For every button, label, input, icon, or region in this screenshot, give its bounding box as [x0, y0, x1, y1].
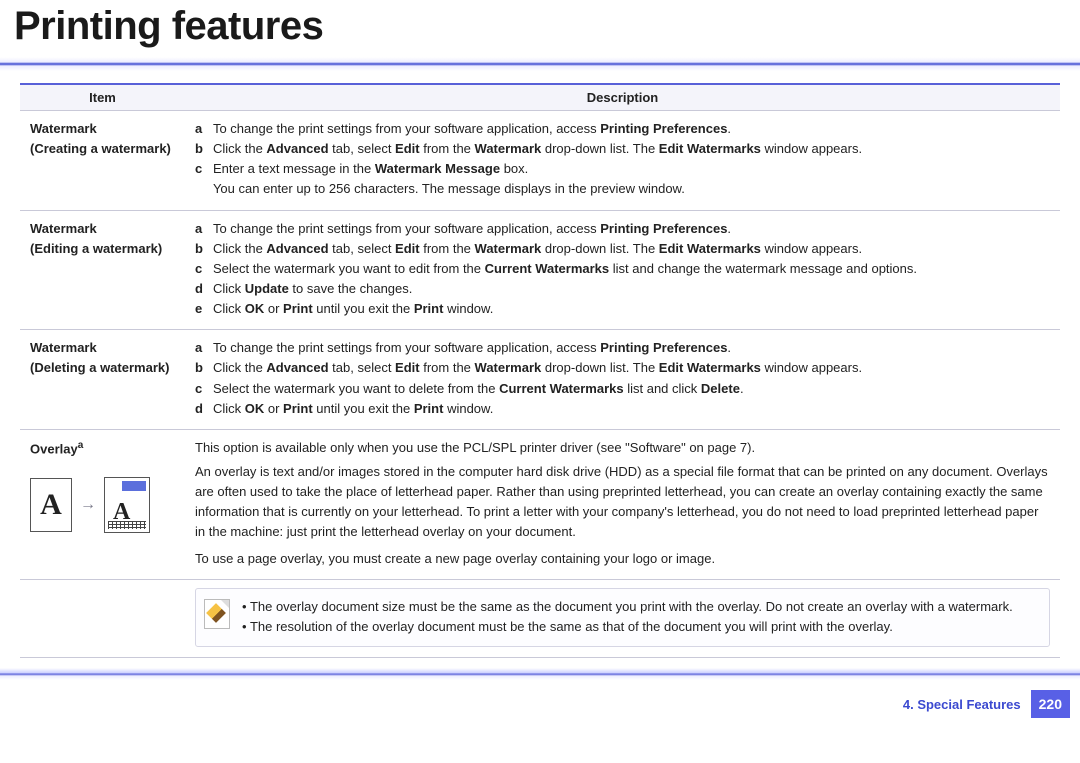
step-text: Click the Advanced tab, select Edit from…	[213, 139, 862, 159]
step-text: To change the print settings from your s…	[213, 219, 917, 239]
document-a-icon: A	[30, 478, 72, 532]
step-letter: b	[195, 239, 213, 259]
item-sublabel: (Editing a watermark)	[30, 241, 162, 256]
note-bullet: The overlay document size must be the sa…	[242, 597, 1013, 618]
step-text: Click the Advanced tab, select Edit from…	[213, 239, 917, 259]
step-text: Select the watermark you want to edit fr…	[213, 259, 917, 279]
item-cell-create: Watermark (Creating a watermark)	[20, 111, 185, 211]
overlay-para3: To use a page overlay, you must create a…	[195, 549, 1050, 569]
step-text: Enter a text message in the Watermark Me…	[213, 159, 862, 199]
step-text: To change the print settings from your s…	[213, 338, 862, 358]
note-bullet: The resolution of the overlay document m…	[242, 617, 1013, 638]
desc-cell-edit: a To change the print settings from your…	[185, 210, 1060, 330]
step-text: Click the Advanced tab, select Edit from…	[213, 358, 862, 378]
item-sublabel: (Creating a watermark)	[30, 141, 171, 156]
item-cell-delete: Watermark (Deleting a watermark)	[20, 330, 185, 430]
table-row: The overlay document size must be the sa…	[20, 579, 1060, 658]
note-cell: The overlay document size must be the sa…	[185, 579, 1060, 658]
note-empty-cell	[20, 579, 185, 658]
item-label: Watermark	[30, 340, 97, 355]
note-box: The overlay document size must be the sa…	[195, 588, 1050, 648]
desc-cell-create: a To change the print settings from your…	[185, 111, 1060, 211]
step-sub: You can enter up to 256 characters. The …	[213, 179, 862, 199]
item-label: Overlay	[30, 441, 78, 456]
step-letter: e	[195, 299, 213, 319]
bottom-divider	[0, 668, 1080, 680]
item-label: Watermark	[30, 121, 97, 136]
item-cell-edit: Watermark (Editing a watermark)	[20, 210, 185, 330]
step-letter: d	[195, 279, 213, 299]
step-text: Click OK or Print until you exit the Pri…	[213, 299, 917, 319]
overlay-result-icon: A	[104, 477, 150, 533]
table-row: Watermark (Deleting a watermark) a To ch…	[20, 330, 1060, 430]
step-letter: a	[195, 219, 213, 239]
page-title: Printing features	[14, 4, 1080, 49]
item-sublabel: (Deleting a watermark)	[30, 360, 169, 375]
item-footnote-a: a	[78, 440, 84, 451]
step-letter: c	[195, 379, 213, 399]
table-row: Watermark (Editing a watermark) a To cha…	[20, 210, 1060, 330]
overlay-para1: This option is available only when you u…	[195, 438, 1050, 458]
header-description: Description	[185, 84, 1060, 111]
desc-cell-overlay: This option is available only when you u…	[185, 429, 1060, 579]
table-row: Overlaya A → A This option is available …	[20, 429, 1060, 579]
overlay-para2: An overlay is text and/or images stored …	[195, 462, 1050, 543]
desc-cell-delete: a To change the print settings from your…	[185, 330, 1060, 430]
arrow-right-icon: →	[80, 493, 96, 518]
item-label: Watermark	[30, 221, 97, 236]
step-letter: b	[195, 139, 213, 159]
step-text: Click Update to save the changes.	[213, 279, 917, 299]
page-footer: 4. Special Features 220	[0, 690, 1070, 718]
header-item: Item	[20, 84, 185, 111]
step-letter: a	[195, 119, 213, 139]
step-letter: c	[195, 159, 213, 199]
step-letter: c	[195, 259, 213, 279]
note-icon	[204, 599, 230, 629]
step-letter: a	[195, 338, 213, 358]
step-letter: b	[195, 358, 213, 378]
overlay-illustration: A → A	[30, 477, 175, 533]
step-text: Select the watermark you want to delete …	[213, 379, 862, 399]
features-table: Item Description Watermark (Creating a w…	[20, 83, 1060, 658]
step-letter: d	[195, 399, 213, 419]
footer-chapter: 4. Special Features	[903, 697, 1021, 712]
footer-page-number: 220	[1031, 690, 1070, 718]
table-row: Watermark (Creating a watermark) a To ch…	[20, 111, 1060, 211]
note-content: The overlay document size must be the sa…	[242, 597, 1013, 639]
title-divider	[0, 57, 1080, 71]
content-area: Item Description Watermark (Creating a w…	[20, 83, 1060, 658]
step-text: Click OK or Print until you exit the Pri…	[213, 399, 862, 419]
step-text: To change the print settings from your s…	[213, 119, 862, 139]
item-cell-overlay: Overlaya A → A	[20, 429, 185, 579]
